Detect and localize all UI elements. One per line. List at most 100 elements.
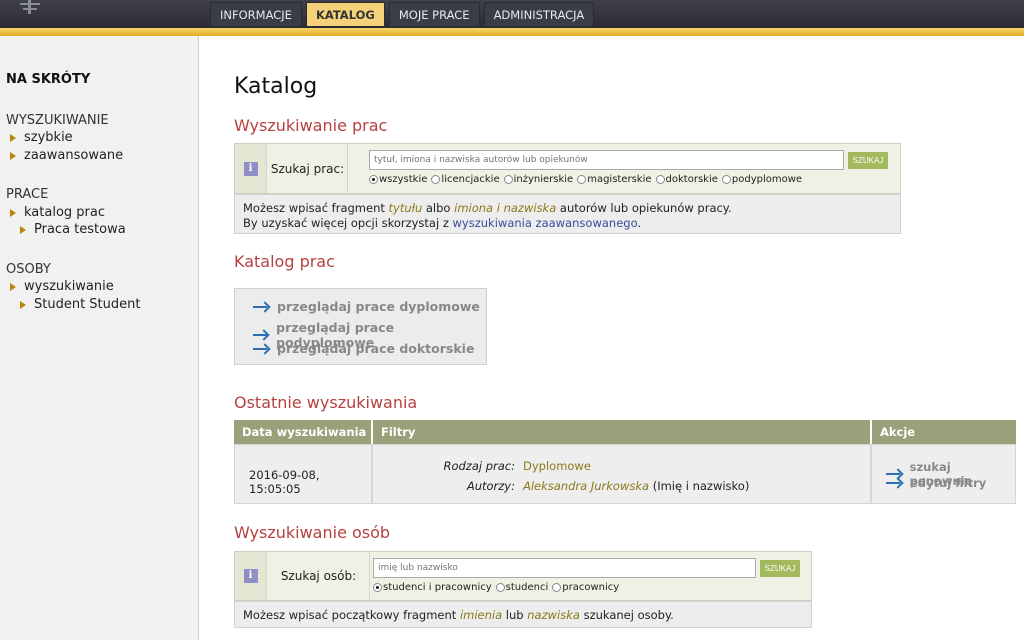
search-people-input[interactable]	[373, 558, 756, 578]
radio-licencjackie[interactable]: licencjackie	[431, 174, 500, 185]
radio-circle	[721, 175, 731, 184]
advanced-search-link[interactable]: wyszukiwania zaawansowanego	[453, 216, 638, 230]
header-stripe	[0, 28, 1024, 36]
column-header-date: Data wyszukiwania	[234, 420, 371, 444]
top-navigation-bar: INFORMACJE KATALOG MOJE PRACE ADMINISTRA…	[0, 0, 1024, 28]
search-works-note-panel: Możesz wpisać fragment tytułu albo imion…	[234, 194, 901, 234]
sidebar-item-label: szybkie	[24, 130, 73, 145]
table-cell-actions: szukaj ponownie edytuj filtry	[871, 444, 1016, 504]
search-works-type-radios: wszystkie licencjackie inżynierskie magi…	[369, 174, 804, 185]
tab-katalog[interactable]: KATALOG	[305, 2, 385, 26]
radio-circle	[369, 175, 378, 184]
radio-circle	[373, 583, 382, 592]
search-works-label: Szukaj prac:	[268, 144, 348, 193]
sidebar-item-label: zaawansowane	[24, 148, 124, 163]
sidebar-group-osoby: OSOBY	[6, 262, 51, 277]
note-emphasis: imiona i nazwiska	[454, 201, 557, 215]
sidebar-item-szybkie[interactable]: szybkie	[10, 130, 73, 145]
search-date: 2016-09-08, 15:05:05	[249, 468, 320, 496]
sidebar-item-student-student[interactable]: Student Student	[20, 297, 140, 312]
table-cell-filters: Rodzaj prac: Dyplomowe Autorzy: Aleksand…	[372, 444, 871, 504]
browse-doctoral-link[interactable]: przeglądaj prace doktorskie	[253, 341, 474, 356]
radio-circle	[552, 583, 562, 592]
tab-informacje[interactable]: INFORMACJE	[210, 2, 302, 26]
radio-studenci-i-pracownicy[interactable]: studenci i pracownicy	[373, 582, 492, 593]
page-title: Katalog	[234, 74, 318, 99]
column-header-actions: Akcje	[871, 420, 1016, 444]
radio-label: inżynierskie	[513, 174, 574, 185]
section-title-recent-searches: Ostatnie wyszukiwania	[234, 393, 418, 412]
bullet-arrow-icon	[20, 300, 26, 309]
bullet-arrow-icon	[20, 225, 26, 234]
note-text: Możesz wpisać fragment	[243, 201, 389, 215]
radio-label: studenci	[505, 582, 549, 593]
filter-value: Dyplomowe	[523, 459, 591, 473]
filter-value-row: Dyplomowe	[523, 459, 591, 473]
arrow-right-icon	[886, 478, 904, 488]
info-icon: i	[243, 161, 258, 176]
radio-label: studenci i pracownicy	[383, 582, 492, 593]
main-tabs: INFORMACJE KATALOG MOJE PRACE ADMINISTRA…	[210, 2, 595, 26]
browse-link-label: przeglądaj prace dyplomowe	[277, 299, 480, 314]
search-people-note: Możesz wpisać początkowy fragment imieni…	[243, 608, 674, 623]
search-works-input[interactable]	[369, 150, 844, 170]
radio-label: podyplomowe	[731, 174, 803, 185]
sidebar-item-praca-testowa[interactable]: Praca testowa	[20, 222, 126, 237]
search-works-panel: i Szukaj prac: SZUKAJ wszystkie licencja…	[234, 143, 901, 194]
radio-pracownicy[interactable]: pracownicy	[552, 582, 619, 593]
radio-podyplomowe[interactable]: podyplomowe	[721, 174, 803, 185]
recent-searches-table: Data wyszukiwania Filtry Akcje 2016-09-0…	[234, 420, 1016, 504]
search-people-label: Szukaj osób:	[268, 552, 370, 600]
search-people-button[interactable]: SZUKAJ	[760, 560, 800, 577]
note-text: szukanej osoby.	[579, 608, 674, 622]
radio-circle	[655, 175, 665, 184]
section-title-search-works: Wyszukiwanie prac	[234, 116, 388, 135]
section-title-search-people: Wyszukiwanie osób	[234, 523, 391, 542]
note-text: autorów lub opiekunów pracy.	[556, 201, 732, 215]
radio-circle	[577, 175, 587, 184]
bullet-arrow-icon	[10, 133, 16, 142]
radio-doktorskie[interactable]: doktorskie	[655, 174, 718, 185]
logo-icon	[18, 0, 42, 14]
sidebar-item-zaawansowane[interactable]: zaawansowane	[10, 148, 123, 163]
bullet-arrow-icon	[10, 282, 16, 291]
note-emphasis: nazwiska	[527, 608, 580, 622]
filter-key: Rodzaj prac:	[443, 459, 515, 473]
tab-administracja[interactable]: ADMINISTRACJA	[483, 2, 595, 26]
search-people-panel: i Szukaj osób: SZUKAJ studenci i pracown…	[234, 551, 812, 601]
arrow-right-icon	[253, 330, 270, 340]
sidebar-item-katalog-prac[interactable]: katalog prac	[10, 205, 105, 220]
edit-filters-link[interactable]: edytuj filtry	[886, 476, 986, 490]
filter-key: Autorzy:	[466, 479, 515, 493]
radio-wszystkie[interactable]: wszystkie	[369, 174, 427, 185]
info-cell: i	[235, 552, 267, 600]
note-emphasis: tytułu	[388, 201, 423, 215]
info-cell: i	[235, 144, 267, 193]
sidebar: NA SKRÓTY WYSZUKIWANIE szybkie zaawansow…	[0, 36, 199, 640]
radio-magisterskie[interactable]: magisterskie	[577, 174, 652, 185]
radio-circle	[431, 175, 441, 184]
sidebar-item-wyszukiwanie[interactable]: wyszukiwanie	[10, 279, 114, 294]
search-people-type-radios: studenci i pracownicy studenci pracownic…	[373, 582, 621, 593]
arrow-right-icon	[253, 344, 271, 354]
radio-inzynierskie[interactable]: inżynierskie	[503, 174, 574, 185]
column-header-filters: Filtry	[372, 420, 870, 444]
action-label: edytuj filtry	[910, 476, 987, 490]
browse-diploma-link[interactable]: przeglądaj prace dyplomowe	[253, 299, 480, 314]
note-text: albo	[422, 201, 455, 215]
search-works-note: Możesz wpisać fragment tytułu albo imion…	[243, 201, 732, 231]
radio-label: pracownicy	[562, 582, 620, 593]
note-text: Możesz wpisać początkowy fragment	[243, 608, 460, 622]
sidebar-item-label: Student Student	[34, 297, 141, 312]
radio-studenci[interactable]: studenci	[495, 582, 549, 593]
bullet-arrow-icon	[10, 151, 16, 160]
radio-label: doktorskie	[665, 174, 718, 185]
arrow-right-icon	[253, 302, 271, 312]
sidebar-item-label: wyszukiwanie	[24, 279, 114, 294]
search-works-button[interactable]: SZUKAJ	[848, 152, 888, 169]
tab-moje-prace[interactable]: MOJE PRACE	[388, 2, 480, 26]
filter-value-row: Aleksandra Jurkowska (Imię i nazwisko)	[523, 479, 749, 493]
search-people-note-panel: Możesz wpisać początkowy fragment imieni…	[234, 601, 812, 628]
sidebar-item-label: katalog prac	[24, 205, 105, 220]
sidebar-heading: NA SKRÓTY	[6, 72, 91, 87]
